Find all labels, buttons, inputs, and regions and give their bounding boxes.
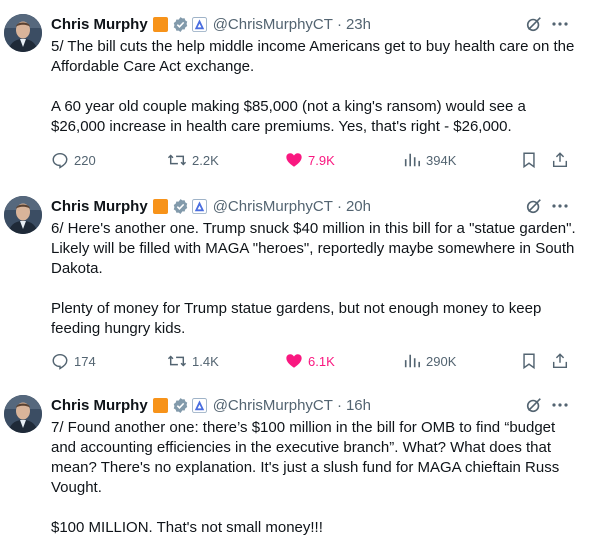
tweet-text: 7/ Found another one: there’s $100 milli… bbox=[51, 418, 581, 538]
reply-icon bbox=[52, 152, 68, 169]
action-bar: 174 1.4K 6.1K 290K bbox=[51, 351, 579, 371]
author-name[interactable]: Chris Murphy bbox=[51, 16, 148, 33]
grok-icon[interactable] bbox=[525, 396, 543, 419]
repost-count: 2.2K bbox=[192, 152, 219, 168]
action-bar: 220 2.2K 7.9K 394K bbox=[51, 150, 579, 170]
share-button[interactable] bbox=[551, 351, 569, 371]
bookmark-icon bbox=[523, 353, 535, 370]
share-icon bbox=[552, 353, 568, 369]
bookmark-button[interactable] bbox=[520, 351, 538, 371]
verified-icon bbox=[172, 198, 189, 215]
reply-button[interactable]: 220 bbox=[51, 150, 96, 170]
tweet-header: Chris Murphy @ChrisMurphyCT · 20h bbox=[51, 195, 371, 217]
views-icon bbox=[404, 354, 421, 368]
repost-button[interactable]: 2.2K bbox=[167, 150, 219, 170]
like-button[interactable]: 6.1K bbox=[285, 351, 335, 371]
share-icon bbox=[552, 152, 568, 168]
avatar[interactable] bbox=[4, 196, 42, 234]
orange-badge-icon bbox=[152, 16, 168, 32]
separator: · bbox=[336, 197, 342, 215]
views-button[interactable]: 290K bbox=[403, 351, 456, 371]
separator: · bbox=[336, 396, 342, 414]
author-handle[interactable]: @ChrisMurphyCT bbox=[213, 397, 333, 414]
grok-icon[interactable] bbox=[525, 15, 543, 38]
retweet-icon bbox=[167, 154, 187, 166]
reply-count: 220 bbox=[74, 152, 96, 168]
bookmark-button[interactable] bbox=[520, 150, 538, 170]
views-button[interactable]: 394K bbox=[403, 150, 456, 170]
tweet-text: 5/ The bill cuts the help middle income … bbox=[51, 37, 581, 137]
repost-button[interactable]: 1.4K bbox=[167, 351, 219, 371]
tweet-paragraph: 6/ Here's another one. Trump snuck $40 m… bbox=[51, 220, 576, 277]
more-icon[interactable] bbox=[551, 15, 569, 33]
more-icon[interactable] bbox=[551, 197, 569, 215]
timestamp[interactable]: 20h bbox=[346, 198, 371, 215]
orange-badge-icon bbox=[152, 397, 168, 413]
author-handle[interactable]: @ChrisMurphyCT bbox=[213, 16, 333, 33]
tweet-paragraph: $100 MILLION. That's not small money!!! bbox=[51, 519, 323, 536]
share-button[interactable] bbox=[551, 150, 569, 170]
reply-icon bbox=[52, 353, 68, 370]
separator: · bbox=[336, 15, 342, 33]
timeline: Chris Murphy @ChrisMurphyCT · 23h 5/ The… bbox=[0, 0, 594, 552]
tweet-paragraph: 5/ The bill cuts the help middle income … bbox=[51, 38, 575, 75]
government-affiliation-icon bbox=[191, 198, 207, 214]
tweet-header: Chris Murphy @ChrisMurphyCT · 23h bbox=[51, 13, 371, 35]
more-icon[interactable] bbox=[551, 396, 569, 414]
view-count: 290K bbox=[426, 353, 457, 369]
author-handle[interactable]: @ChrisMurphyCT bbox=[213, 198, 333, 215]
government-affiliation-icon bbox=[191, 16, 207, 32]
view-count: 394K bbox=[426, 152, 457, 168]
grok-icon[interactable] bbox=[525, 197, 543, 220]
tweet-paragraph: A 60 year old couple making $85,000 (not… bbox=[51, 98, 526, 135]
tweet-paragraph: Plenty of money for Trump statue gardens… bbox=[51, 300, 542, 337]
repost-count: 1.4K bbox=[192, 353, 219, 369]
views-icon bbox=[404, 153, 421, 167]
avatar[interactable] bbox=[4, 395, 42, 433]
verified-icon bbox=[172, 397, 189, 414]
author-name[interactable]: Chris Murphy bbox=[51, 198, 148, 215]
like-count: 6.1K bbox=[308, 353, 335, 369]
timestamp[interactable]: 23h bbox=[346, 16, 371, 33]
like-button[interactable]: 7.9K bbox=[285, 150, 335, 170]
like-count: 7.9K bbox=[308, 152, 335, 168]
tweet-paragraph: 7/ Found another one: there’s $100 milli… bbox=[51, 419, 560, 496]
timestamp[interactable]: 16h bbox=[346, 397, 371, 414]
reply-count: 174 bbox=[74, 353, 96, 369]
tweet-header: Chris Murphy @ChrisMurphyCT · 16h bbox=[51, 394, 371, 416]
bookmark-icon bbox=[523, 152, 535, 169]
heart-icon bbox=[286, 354, 302, 368]
retweet-icon bbox=[167, 355, 187, 367]
reply-button[interactable]: 174 bbox=[51, 351, 96, 371]
orange-badge-icon bbox=[152, 198, 168, 214]
heart-icon bbox=[286, 153, 302, 167]
avatar[interactable] bbox=[4, 14, 42, 52]
verified-icon bbox=[172, 16, 189, 33]
tweet-text: 6/ Here's another one. Trump snuck $40 m… bbox=[51, 219, 581, 339]
government-affiliation-icon bbox=[191, 397, 207, 413]
author-name[interactable]: Chris Murphy bbox=[51, 397, 148, 414]
